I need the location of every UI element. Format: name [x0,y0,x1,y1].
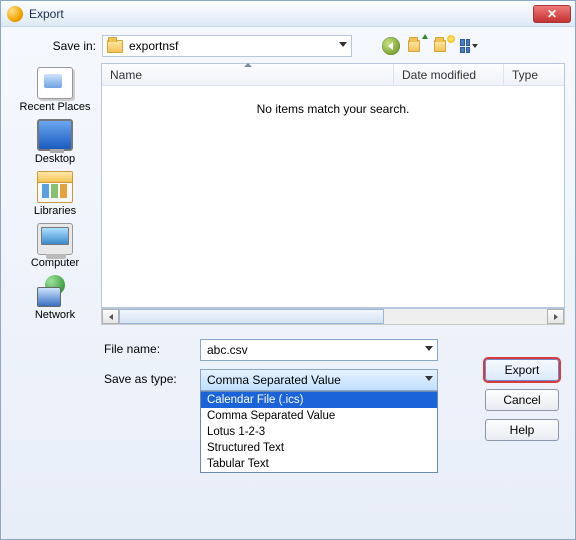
empty-message: No items match your search. [102,86,564,116]
network-icon [37,275,73,307]
list-header: Name Date modified Type [102,64,564,86]
scroll-thumb[interactable] [119,309,384,324]
chevron-down-icon [425,346,433,351]
place-recent[interactable]: Recent Places [13,67,97,113]
place-desktop[interactable]: Desktop [13,119,97,165]
savein-label: Save in: [34,39,96,53]
scroll-left-button[interactable] [102,309,119,324]
export-button[interactable]: Export [485,359,559,381]
column-type[interactable]: Type [504,64,564,85]
view-icon [460,39,470,53]
close-icon: ✕ [547,7,557,21]
column-name[interactable]: Name [102,64,394,85]
new-folder-button[interactable] [434,37,452,55]
computer-icon [37,223,73,255]
dropdown-option-tabular[interactable]: Tabular Text [201,456,437,472]
saveastype-dropdown: Calendar File (.ics) Comma Separated Val… [200,391,438,473]
saveastype-label: Save as type: [104,369,200,386]
savein-combo[interactable]: exportnsf [102,35,352,57]
folder-icon [107,40,123,53]
horizontal-scrollbar[interactable] [101,308,565,325]
window-title: Export [29,7,64,21]
dropdown-option-structured[interactable]: Structured Text [201,440,437,456]
chevron-down-icon [425,376,433,381]
place-computer[interactable]: Computer [13,223,97,269]
scroll-track[interactable] [119,309,547,324]
dropdown-option-calendar[interactable]: Calendar File (.ics) [201,392,437,408]
chevron-left-icon [109,314,113,320]
filename-input[interactable]: abc.csv [200,339,438,361]
dropdown-option-lotus[interactable]: Lotus 1-2-3 [201,424,437,440]
back-button[interactable] [382,37,400,55]
libraries-icon [37,171,73,203]
chevron-down-icon [339,42,347,47]
places-bar: Recent Places Desktop Libraries Computer… [9,63,101,325]
view-menu-button[interactable] [460,37,478,55]
scroll-right-button[interactable] [547,309,564,324]
saveastype-combo[interactable]: Comma Separated Value Calendar File (.ic… [200,369,438,391]
saveastype-value: Comma Separated Value [207,373,341,387]
place-network[interactable]: Network [13,275,97,321]
app-icon [7,6,23,22]
filename-label: File name: [104,339,200,356]
desktop-icon [37,119,73,151]
chevron-right-icon [554,314,558,320]
filename-value: abc.csv [207,343,248,357]
cancel-button[interactable]: Cancel [485,389,559,411]
close-button[interactable]: ✕ [533,5,571,23]
titlebar[interactable]: Export ✕ [1,1,575,27]
up-one-level-button[interactable] [408,37,426,55]
file-list[interactable]: Name Date modified Type No items match y… [101,63,565,308]
column-date[interactable]: Date modified [394,64,504,85]
dropdown-option-csv[interactable]: Comma Separated Value [201,408,437,424]
savein-value: exportnsf [129,39,178,53]
export-dialog: Export ✕ Save in: exportnsf [0,0,576,540]
place-libraries[interactable]: Libraries [13,171,97,217]
help-button[interactable]: Help [485,419,559,441]
chevron-down-icon [472,44,478,48]
sort-asc-icon [244,63,252,67]
recent-places-icon [37,67,73,99]
